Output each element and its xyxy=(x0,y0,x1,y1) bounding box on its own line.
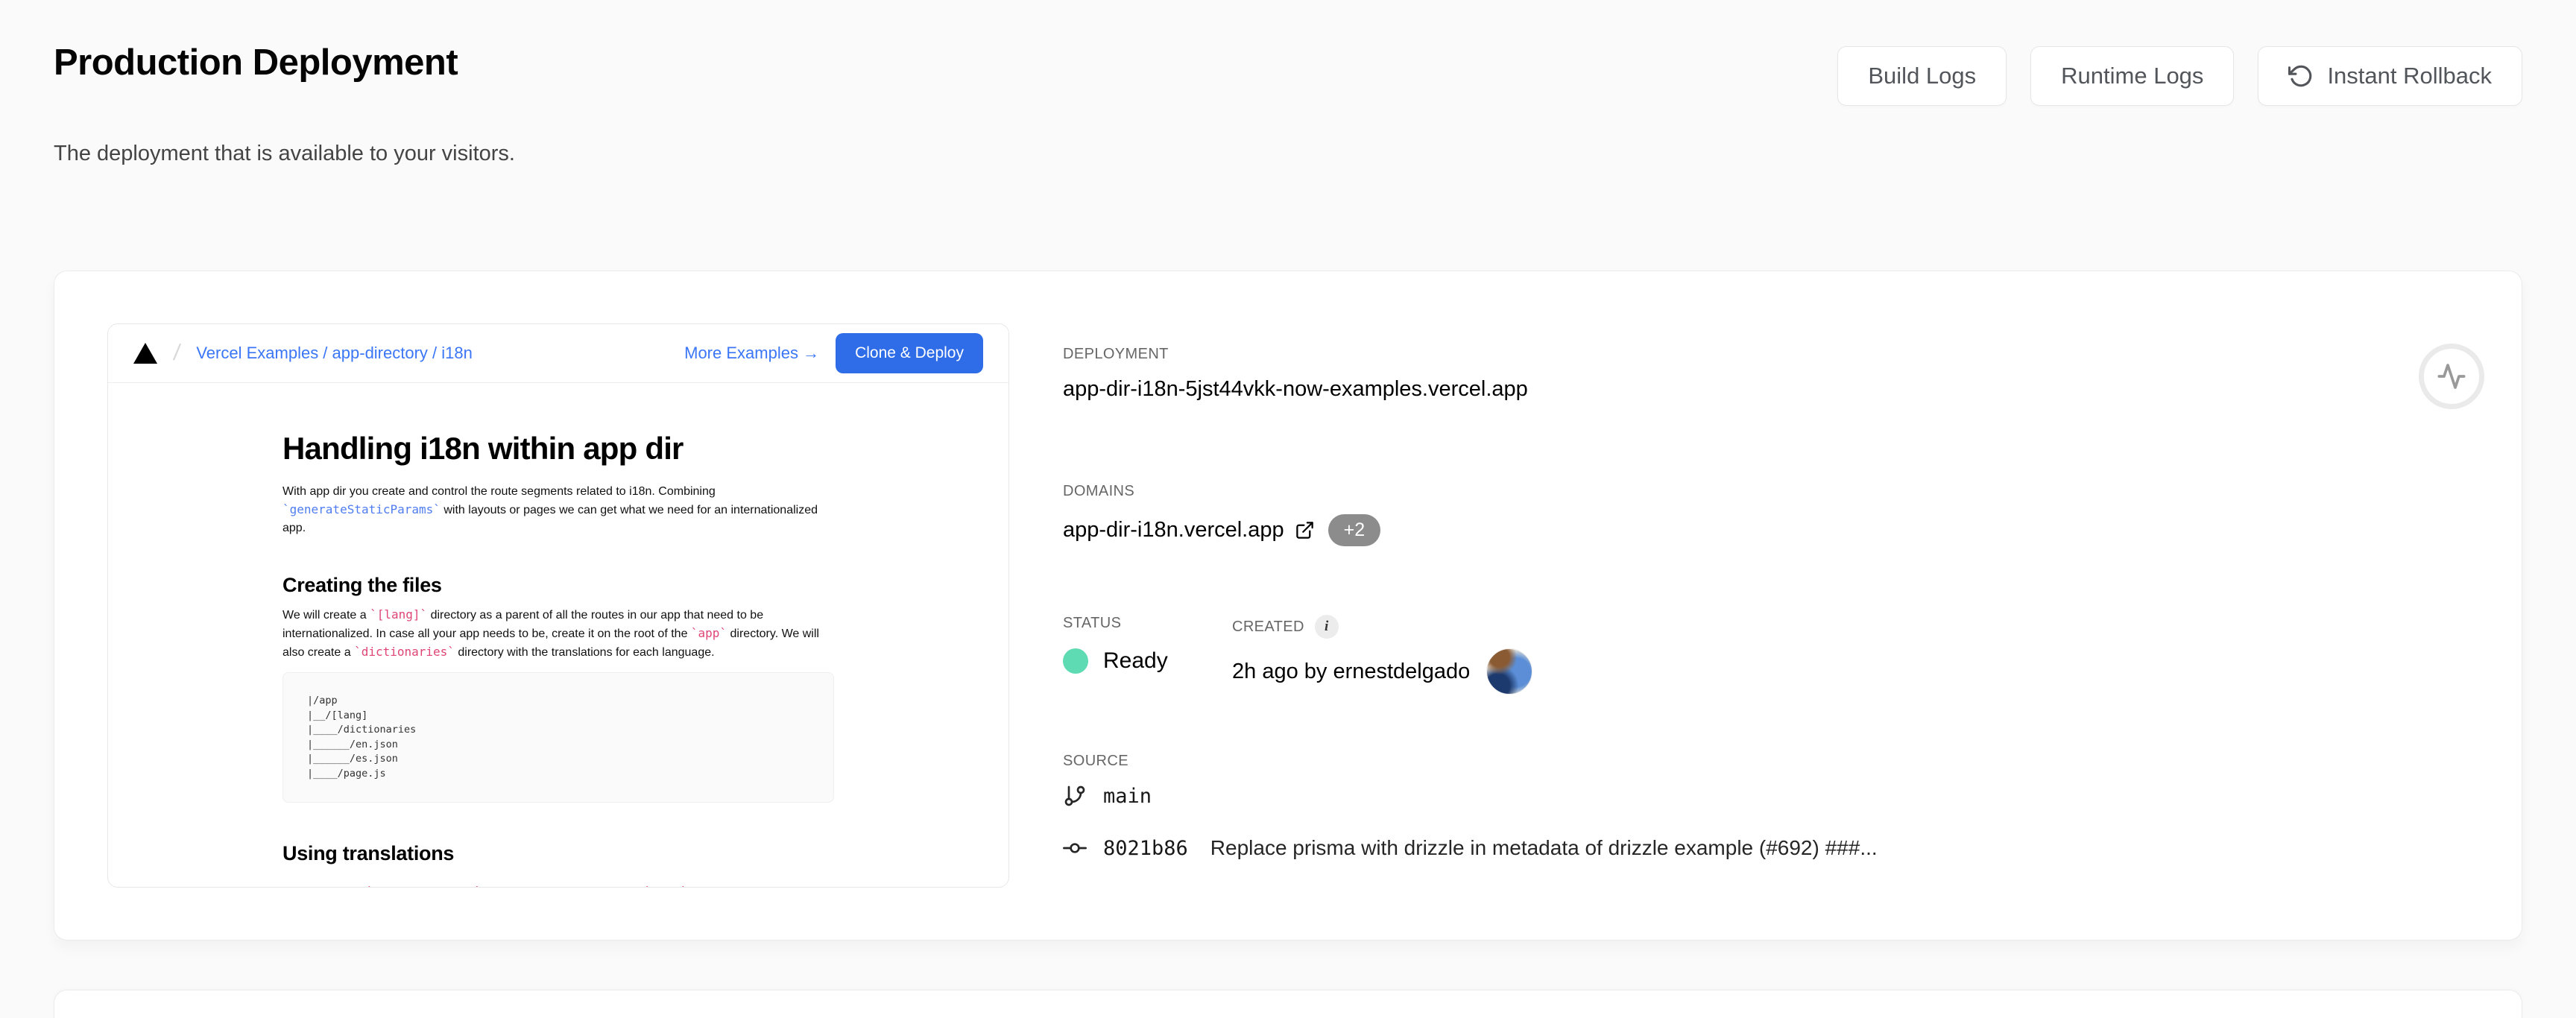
domain-text: app-dir-i18n.vercel.app xyxy=(1063,518,1284,543)
tree-line: |______/en.json xyxy=(307,739,398,750)
created-row: 2h ago by ernestdelgado xyxy=(1232,648,1532,695)
preview-article: Handling i18n within app dir With app di… xyxy=(282,383,834,888)
tree-line: |/app xyxy=(307,695,338,706)
page-title: Production Deployment xyxy=(54,42,458,83)
rotate-ccw-icon xyxy=(2288,63,2314,89)
info-icon[interactable]: i xyxy=(1315,615,1339,639)
status-value: Ready xyxy=(1103,648,1168,674)
created-value: 2h ago by ernestdelgado xyxy=(1232,660,1470,684)
domains-row: app-dir-i18n.vercel.app +2 xyxy=(1063,514,1380,546)
trans-text-2: file we will have access to the xyxy=(482,886,645,888)
source-branch-row: main xyxy=(1063,784,1152,808)
intro-text: With app dir you create and control the … xyxy=(282,485,716,498)
inline-code-lang-param: `lang` xyxy=(645,885,688,888)
external-link-icon xyxy=(1295,520,1315,540)
instant-rollback-label: Instant Rollback xyxy=(2327,63,2492,89)
trans-text-1: Now, inside the xyxy=(282,886,367,888)
status-row: Ready xyxy=(1063,648,1168,674)
git-commit-icon xyxy=(1063,836,1087,860)
created-label-text: CREATED xyxy=(1232,619,1304,636)
avatar[interactable] xyxy=(1486,648,1532,695)
translations-paragraph: Now, inside the `[lang]/page.js` file we… xyxy=(282,883,834,888)
files-text-4: directory with the translations for each… xyxy=(455,646,715,659)
more-examples-link[interactable]: More Examples → xyxy=(684,344,819,363)
build-logs-label: Build Logs xyxy=(1868,63,1976,89)
deployment-url-link[interactable]: app-dir-i18n-5jst44vkk-now-examples.verc… xyxy=(1063,377,1528,402)
commit-message-link[interactable]: Replace prisma with drizzle in metadata … xyxy=(1210,836,1878,860)
runtime-logs-label: Runtime Logs xyxy=(2061,63,2203,89)
source-label: SOURCE xyxy=(1063,753,1128,770)
production-deployment-card: / Vercel Examples / app-directory / i18n… xyxy=(54,271,2522,940)
commit-hash-link[interactable]: 8021b86 xyxy=(1103,837,1188,860)
tree-line: |____/dictionaries xyxy=(307,724,416,736)
inline-code-dictionaries: `dictionaries` xyxy=(354,645,455,659)
deployment-preview[interactable]: / Vercel Examples / app-directory / i18n… xyxy=(107,323,1009,888)
files-text-1: We will create a xyxy=(282,609,370,622)
git-branch-icon xyxy=(1063,784,1087,808)
domain-link[interactable]: app-dir-i18n.vercel.app xyxy=(1063,518,1315,543)
trans-text-3: param that we can use to xyxy=(688,886,825,888)
status-label: STATUS xyxy=(1063,615,1121,632)
header-actions: Build Logs Runtime Logs Instant Rollback xyxy=(1837,46,2522,106)
inline-code-lang-page: `[lang]/page.js` xyxy=(367,885,482,888)
files-paragraph: We will create a `[lang]` directory as a… xyxy=(282,606,834,662)
preview-breadcrumb-link[interactable]: Vercel Examples / app-directory / i18n xyxy=(196,344,473,363)
preview-navbar: / Vercel Examples / app-directory / i18n… xyxy=(108,324,1008,383)
activity-badge[interactable] xyxy=(2419,344,2484,409)
ready-status-dot-icon xyxy=(1063,648,1088,674)
next-section-card xyxy=(54,990,2522,1018)
branch-link[interactable]: main xyxy=(1103,785,1152,808)
tree-line: |______/es.json xyxy=(307,753,398,765)
inline-code-app: `app` xyxy=(691,626,727,640)
inline-code-generateStaticParams: `generateStaticParams` xyxy=(282,502,441,516)
created-label: CREATED i xyxy=(1232,615,1339,639)
article-title: Handling i18n within app dir xyxy=(282,431,834,467)
creating-files-heading: Creating the files xyxy=(282,574,834,597)
breadcrumb-divider: / xyxy=(172,341,182,366)
using-translations-heading: Using translations xyxy=(282,842,834,865)
build-logs-button[interactable]: Build Logs xyxy=(1837,46,2007,106)
source-commit-row: 8021b86 Replace prisma with drizzle in m… xyxy=(1063,836,1878,860)
extra-domains-badge[interactable]: +2 xyxy=(1328,514,1381,546)
tree-line: |__/[lang] xyxy=(307,709,367,721)
page-subtitle: The deployment that is available to your… xyxy=(54,142,515,166)
instant-rollback-button[interactable]: Instant Rollback xyxy=(2258,46,2522,106)
file-tree-code-block: |/app |__/[lang] |____/dictionaries |___… xyxy=(282,672,834,803)
runtime-logs-button[interactable]: Runtime Logs xyxy=(2030,46,2234,106)
inline-code-lang-dir: `[lang]` xyxy=(370,607,427,622)
article-intro-paragraph: With app dir you create and control the … xyxy=(282,483,834,537)
activity-pulse-icon xyxy=(2437,361,2466,391)
tree-line: |____/page.js xyxy=(307,768,386,780)
clone-deploy-button[interactable]: Clone & Deploy xyxy=(836,333,983,373)
domains-label: DOMAINS xyxy=(1063,483,1134,500)
deployment-label: DEPLOYMENT xyxy=(1063,346,1169,363)
vercel-triangle-icon xyxy=(133,343,157,364)
